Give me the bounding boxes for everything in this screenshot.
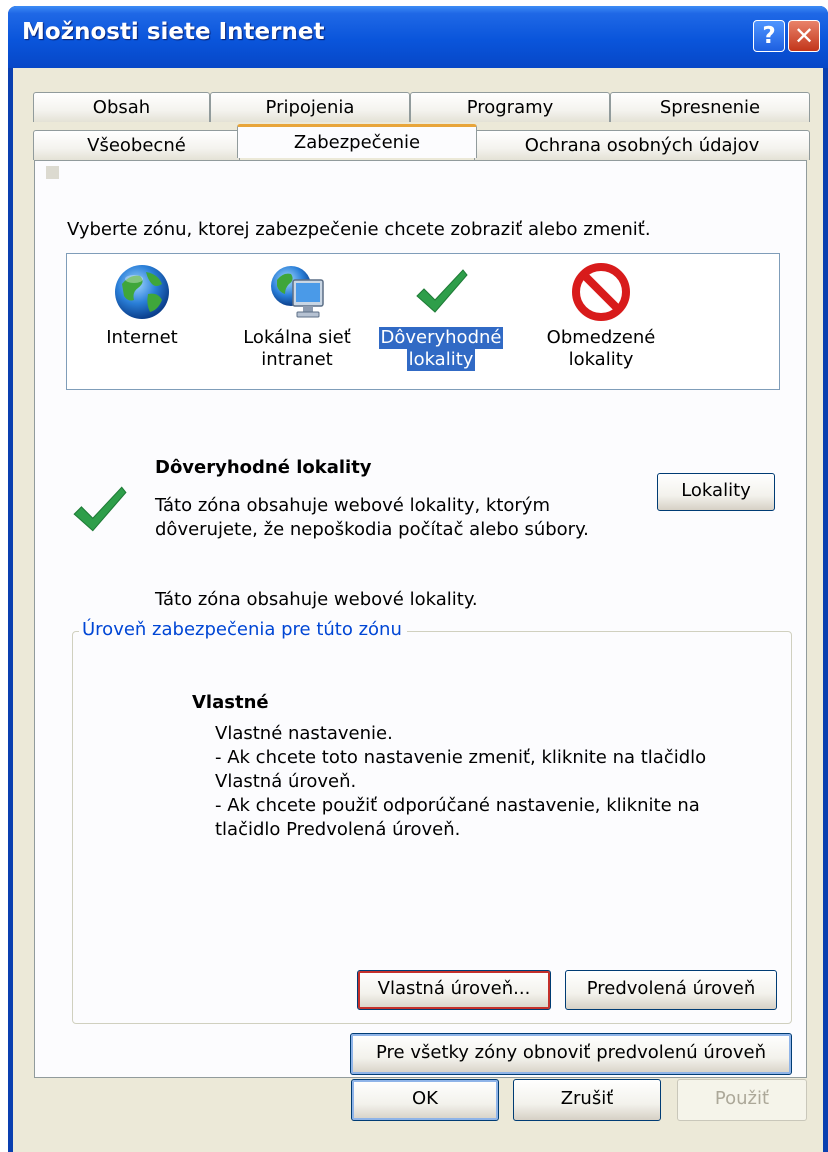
zone-restricted-label-2: lokality bbox=[568, 349, 634, 370]
tab-programy[interactable]: Programy bbox=[410, 92, 610, 122]
zone-intranet-label-1: Lokálna sieť bbox=[243, 327, 351, 348]
default-level-button[interactable]: Predvolená úroveň bbox=[565, 970, 777, 1010]
tab-zabezpecenie[interactable]: Zabezpečenie bbox=[237, 124, 477, 158]
security-tab-panel: Vyberte zónu, ktorej zabezpečenie chcete… bbox=[34, 160, 807, 1078]
zone-intranet-label-2: intranet bbox=[261, 349, 333, 370]
custom-level-button[interactable]: Vlastná úroveň... bbox=[357, 970, 551, 1010]
tab-obsah[interactable]: Obsah bbox=[33, 92, 210, 122]
zone-description-line-1: Táto zóna obsahuje webové lokality, ktor… bbox=[155, 495, 550, 516]
security-level-line-2: - Ak chcete toto nastavenie zmeniť, klik… bbox=[215, 747, 707, 768]
security-level-line-4: - Ak chcete použiť odporúčané nastavenie… bbox=[215, 795, 700, 816]
zone-trusted-label-1: Dôveryhodné bbox=[378, 327, 504, 349]
zone-note: Táto zóna obsahuje webové lokality. bbox=[155, 589, 478, 610]
security-level-name: Vlastné bbox=[192, 692, 269, 713]
globe-icon bbox=[115, 265, 169, 319]
tab-spresnenie[interactable]: Spresnenie bbox=[610, 92, 810, 122]
checkmark-icon bbox=[416, 269, 468, 313]
dialog-body: Obsah Pripojenia Programy Spresnenie Vše… bbox=[13, 68, 823, 1152]
zone-local-intranet[interactable]: Lokálna sieť intranet bbox=[227, 254, 367, 391]
security-level-line-3: Vlastná úroveň. bbox=[215, 771, 357, 792]
trusted-zone-check-icon bbox=[73, 486, 127, 532]
zone-description-line-2: dôverujete, že nepoškodia počítač alebo … bbox=[155, 519, 589, 540]
security-level-line-1: Vlastné nastavenie. bbox=[215, 723, 393, 744]
zone-trusted-label-2: lokality bbox=[406, 349, 476, 371]
tab-pripojenia[interactable]: Pripojenia bbox=[210, 92, 410, 122]
security-level-group-title: Úroveň zabezpečenia pre túto zónu bbox=[79, 619, 407, 640]
dialog-window: Možnosti siete Internet ? ✕ Obsah Pripoj… bbox=[8, 6, 828, 1152]
intranet-icon bbox=[271, 266, 324, 318]
security-level-line-5: tlačidlo Predvolená úroveň. bbox=[215, 819, 461, 840]
help-button[interactable]: ? bbox=[753, 20, 785, 52]
zone-list[interactable]: Internet Lokálna sieť intranet Dôveryhod… bbox=[66, 253, 780, 390]
apply-button[interactable]: Použiť bbox=[677, 1079, 807, 1121]
title-bar[interactable]: Možnosti siete Internet ? ✕ bbox=[8, 6, 828, 68]
tab-ochrana-udajov[interactable]: Ochrana osobných údajov bbox=[474, 130, 810, 160]
zone-restricted-label-1: Obmedzené bbox=[546, 327, 656, 348]
reset-all-zones-button[interactable]: Pre všetky zóny obnoviť predvolenú úrove… bbox=[350, 1033, 792, 1075]
cancel-button[interactable]: Zrušiť bbox=[513, 1079, 661, 1121]
zone-internet-label: Internet bbox=[106, 327, 178, 348]
zone-internet[interactable]: Internet bbox=[72, 254, 212, 391]
ok-button[interactable]: OK bbox=[351, 1079, 499, 1121]
zone-title: Dôveryhodné lokality bbox=[155, 457, 372, 478]
tab-vseobecne[interactable]: Všeobecné bbox=[33, 130, 240, 160]
window-title: Možnosti siete Internet bbox=[22, 19, 325, 45]
zone-restricted-sites[interactable]: Obmedzené lokality bbox=[531, 254, 671, 391]
sites-button[interactable]: Lokality bbox=[657, 473, 775, 511]
prohibited-icon bbox=[572, 263, 630, 321]
focus-marker bbox=[46, 166, 59, 179]
zone-trusted-sites[interactable]: Dôveryhodné lokality bbox=[371, 254, 511, 391]
zone-instruction: Vyberte zónu, ktorej zabezpečenie chcete… bbox=[67, 219, 651, 240]
close-button[interactable]: ✕ bbox=[788, 20, 820, 52]
